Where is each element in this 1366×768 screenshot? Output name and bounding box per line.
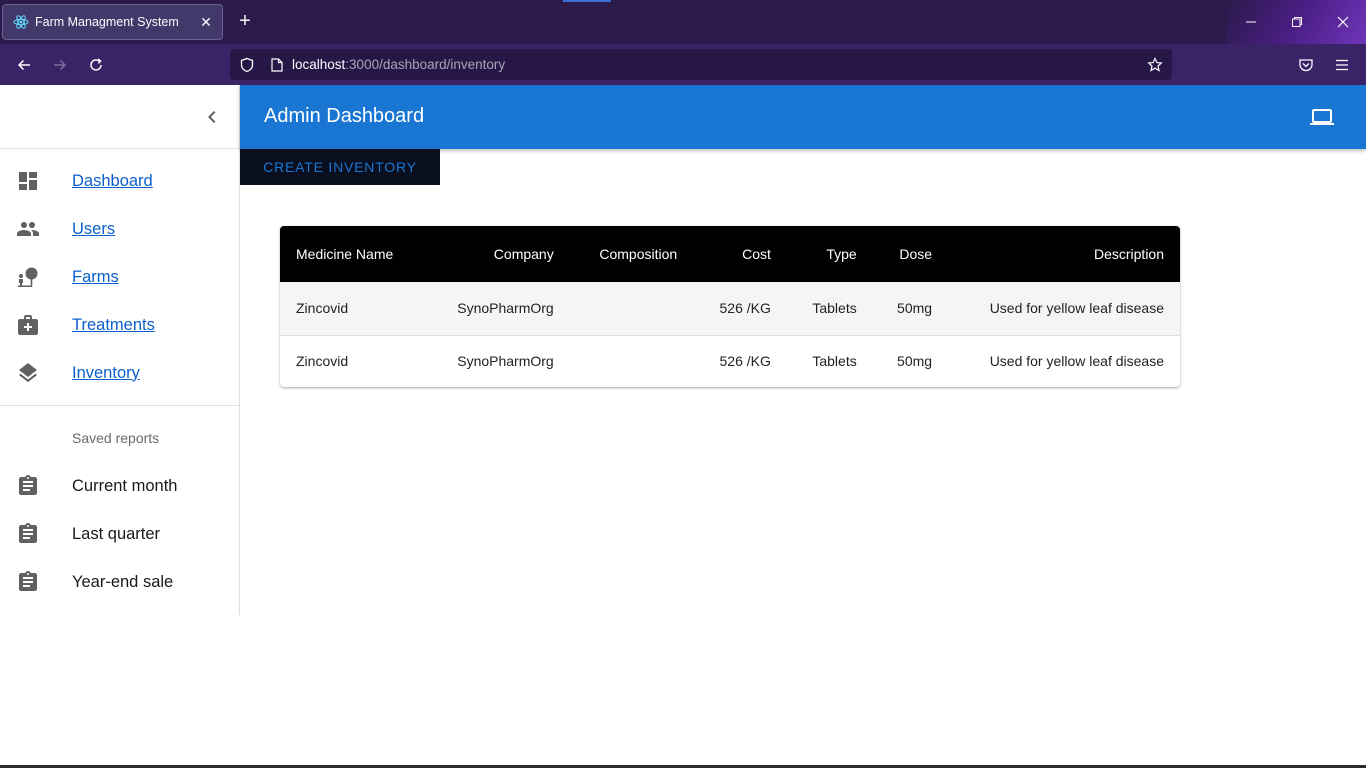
sidebar-link-treatments[interactable]: Treatments [72, 316, 155, 335]
column-header-cost[interactable]: Cost [693, 226, 787, 282]
assignment-icon [16, 570, 40, 594]
sidebar: Dashboard Users Farms Treatments Invento… [0, 85, 240, 615]
column-header-type[interactable]: Type [787, 226, 873, 282]
report-label-current-month: Current month [72, 476, 178, 495]
cell-dose: 50mg [897, 353, 933, 370]
column-header-dose[interactable]: Dose [873, 226, 948, 282]
tab-indicator [563, 0, 611, 2]
sidebar-link-inventory[interactable]: Inventory [72, 364, 140, 383]
table-row[interactable]: Zincovid SynoPharmOrg 526 /KG Tablets 50… [280, 282, 1180, 336]
assignment-icon [16, 474, 40, 498]
column-header-company[interactable]: Company [425, 226, 569, 282]
close-tab-icon[interactable]: ✕ [194, 14, 218, 31]
report-label-year-end-sale: Year-end sale [72, 572, 174, 591]
sidebar-item-year-end-sale[interactable]: Year-end sale [0, 558, 239, 606]
shield-icon[interactable] [238, 57, 256, 73]
minimize-icon[interactable] [1228, 0, 1274, 44]
layers-icon [16, 361, 40, 385]
forward-icon[interactable] [47, 52, 73, 78]
inventory-table: Medicine Name Company Composition Cost T… [280, 226, 1180, 387]
cell-composition [570, 335, 693, 387]
sidebar-item-inventory[interactable]: Inventory [0, 349, 239, 397]
cell-type: Tablets [786, 282, 873, 336]
browser-tab-bar: Farm Managment System ✕ + [0, 0, 1366, 85]
cell-medicine-name: Zincovid [280, 282, 426, 336]
saved-reports-header: Saved reports [72, 430, 160, 446]
browser-tab[interactable]: Farm Managment System ✕ [2, 4, 223, 40]
sidebar-item-users[interactable]: Users [0, 205, 239, 253]
dashboard-icon [16, 169, 40, 193]
menu-icon[interactable] [1329, 52, 1355, 78]
people-icon [16, 217, 40, 241]
sidebar-divider [0, 405, 239, 406]
url-host: localhost [292, 57, 346, 72]
back-icon[interactable] [11, 52, 37, 78]
chevron-left-icon[interactable] [200, 105, 224, 129]
reload-icon[interactable] [83, 52, 109, 78]
tab-title: Farm Managment System [35, 15, 179, 29]
table-header-row: Medicine Name Company Composition Cost T… [280, 226, 1180, 282]
page-icon [270, 57, 284, 72]
cell-dose: 50mg [872, 282, 949, 336]
cell-cost: 526 /KG [693, 282, 787, 336]
page-title: Admin Dashboard [264, 105, 425, 127]
pocket-icon[interactable] [1293, 52, 1319, 78]
inventory-table-container: Medicine Name Company Composition Cost T… [280, 226, 1180, 387]
sidebar-link-dashboard[interactable]: Dashboard [72, 172, 153, 191]
sidebar-toolbar [0, 85, 239, 149]
sidebar-item-last-quarter[interactable]: Last quarter [0, 510, 239, 558]
sidebar-item-treatments[interactable]: Treatments [0, 301, 239, 349]
nature-people-icon [16, 265, 40, 289]
browser-toolbar: localhost:3000/dashboard/inventory [0, 44, 1366, 85]
sidebar-item-farms[interactable]: Farms [0, 253, 239, 301]
laptop-icon[interactable] [1310, 105, 1334, 129]
cell-cost: 526 /KG [719, 353, 771, 370]
url-path: :3000/dashboard/inventory [345, 57, 506, 72]
bookmark-star-icon[interactable] [1146, 56, 1164, 74]
address-bar[interactable]: localhost:3000/dashboard/inventory [230, 49, 1172, 80]
create-inventory-button[interactable]: CREATE INVENTORY [240, 149, 440, 185]
restore-icon[interactable] [1274, 0, 1320, 44]
table-row[interactable]: Zincovid SynoPharmOrg 526 /KG Tablets 50… [280, 335, 1180, 387]
cell-medicine-name: Zincovid [296, 353, 349, 370]
cell-description: Used for yellow leaf disease [948, 282, 1180, 336]
medical-bag-icon [16, 313, 40, 337]
assignment-icon [16, 522, 40, 546]
cell-company: SynoPharmOrg [425, 282, 570, 336]
main-nav-list: Dashboard Users Farms Treatments Invento… [0, 149, 239, 397]
sidebar-link-farms[interactable]: Farms [72, 268, 119, 287]
sidebar-item-current-month[interactable]: Current month [0, 462, 239, 510]
sidebar-item-dashboard[interactable]: Dashboard [0, 157, 239, 205]
cell-type: Tablets [812, 353, 857, 370]
cell-company: SynoPharmOrg [457, 353, 554, 370]
column-header-composition[interactable]: Composition [570, 226, 693, 282]
cell-composition [569, 282, 694, 336]
cell-description: Used for yellow leaf disease [989, 353, 1164, 370]
column-header-description[interactable]: Description [948, 226, 1180, 282]
app-bar: Admin Dashboard [240, 85, 1366, 149]
new-tab-icon[interactable]: + [234, 10, 256, 32]
url-text: localhost:3000/dashboard/inventory [292, 57, 505, 72]
column-header-medicine-name[interactable]: Medicine Name [280, 226, 425, 282]
window-close-icon[interactable] [1320, 0, 1366, 44]
report-label-last-quarter: Last quarter [72, 524, 161, 543]
react-icon [13, 14, 29, 30]
sidebar-link-users[interactable]: Users [72, 220, 115, 239]
